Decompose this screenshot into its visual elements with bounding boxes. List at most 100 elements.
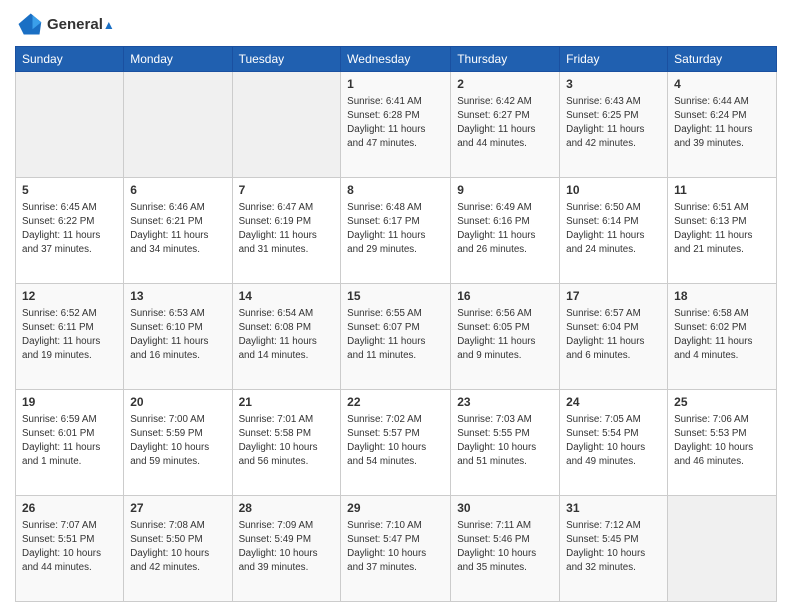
calendar-cell: 5 Sunrise: 6:45 AM Sunset: 6:22 PM Daylig…	[16, 178, 124, 284]
calendar-cell	[668, 496, 777, 602]
calendar-cell: 15Sunrise: 6:55 AM Sunset: 6:07 PM Dayli…	[341, 284, 451, 390]
day-number: 23	[457, 394, 553, 411]
day-number: 18	[674, 288, 770, 305]
day-number: 15	[347, 288, 444, 305]
calendar-cell: 9 Sunrise: 6:49 AM Sunset: 6:16 PM Daylig…	[451, 178, 560, 284]
day-number: 5	[22, 182, 117, 199]
weekday-header-friday: Friday	[560, 47, 668, 72]
day-number: 21	[239, 394, 335, 411]
day-number: 1	[347, 76, 444, 93]
day-number: 13	[130, 288, 225, 305]
calendar-cell: 2 Sunrise: 6:42 AM Sunset: 6:27 PM Daylig…	[451, 72, 560, 178]
day-number: 16	[457, 288, 553, 305]
calendar-cell: 31Sunrise: 7:12 AM Sunset: 5:45 PM Dayli…	[560, 496, 668, 602]
day-info: Sunrise: 6:52 AM Sunset: 6:11 PM Dayligh…	[22, 307, 117, 364]
day-number: 9	[457, 182, 553, 199]
calendar-cell: 17 Sunrise: 6:57 AM Sunset: 6:04 PM Dayli…	[560, 284, 668, 390]
week-row-4: 19 Sunrise: 6:59 AM Sunset: 6:01 PM Dayli…	[16, 390, 777, 496]
calendar-cell: 7 Sunrise: 6:47 AM Sunset: 6:19 PM Daylig…	[232, 178, 341, 284]
calendar: SundayMondayTuesdayWednesdayThursdayFrid…	[15, 46, 777, 602]
calendar-cell: 19 Sunrise: 6:59 AM Sunset: 6:01 PM Dayli…	[16, 390, 124, 496]
calendar-cell: 18 Sunrise: 6:58 AM Sunset: 6:02 PM Dayli…	[668, 284, 777, 390]
day-number: 4	[674, 76, 770, 93]
day-info: Sunrise: 7:07 AM Sunset: 5:51 PM Dayligh…	[22, 519, 117, 576]
calendar-cell: 30 Sunrise: 7:11 AM Sunset: 5:46 PM Dayli…	[451, 496, 560, 602]
week-row-1: 1Sunrise: 6:41 AM Sunset: 6:28 PM Daylig…	[16, 72, 777, 178]
calendar-cell: 22Sunrise: 7:02 AM Sunset: 5:57 PM Dayli…	[341, 390, 451, 496]
calendar-cell	[124, 72, 232, 178]
day-info: Sunrise: 7:11 AM Sunset: 5:46 PM Dayligh…	[457, 519, 553, 576]
calendar-cell: 21 Sunrise: 7:01 AM Sunset: 5:58 PM Dayli…	[232, 390, 341, 496]
day-info: Sunrise: 6:42 AM Sunset: 6:27 PM Dayligh…	[457, 95, 553, 152]
weekday-header-saturday: Saturday	[668, 47, 777, 72]
calendar-cell: 28 Sunrise: 7:09 AM Sunset: 5:49 PM Dayli…	[232, 496, 341, 602]
calendar-cell: 20Sunrise: 7:00 AM Sunset: 5:59 PM Dayli…	[124, 390, 232, 496]
header: General▲	[15, 10, 777, 38]
day-number: 2	[457, 76, 553, 93]
day-info: Sunrise: 6:49 AM Sunset: 6:16 PM Dayligh…	[457, 201, 553, 258]
calendar-cell: 3 Sunrise: 6:43 AM Sunset: 6:25 PM Daylig…	[560, 72, 668, 178]
day-number: 7	[239, 182, 335, 199]
calendar-cell: 14 Sunrise: 6:54 AM Sunset: 6:08 PM Dayli…	[232, 284, 341, 390]
weekday-header-sunday: Sunday	[16, 47, 124, 72]
calendar-cell: 8Sunrise: 6:48 AM Sunset: 6:17 PM Daylig…	[341, 178, 451, 284]
day-number: 14	[239, 288, 335, 305]
day-info: Sunrise: 7:06 AM Sunset: 5:53 PM Dayligh…	[674, 413, 770, 470]
day-number: 20	[130, 394, 225, 411]
day-info: Sunrise: 6:59 AM Sunset: 6:01 PM Dayligh…	[22, 413, 117, 470]
day-number: 3	[566, 76, 661, 93]
day-number: 19	[22, 394, 117, 411]
week-row-3: 12 Sunrise: 6:52 AM Sunset: 6:11 PM Dayli…	[16, 284, 777, 390]
day-info: Sunrise: 6:57 AM Sunset: 6:04 PM Dayligh…	[566, 307, 661, 364]
day-info: Sunrise: 7:05 AM Sunset: 5:54 PM Dayligh…	[566, 413, 661, 470]
calendar-cell: 16 Sunrise: 6:56 AM Sunset: 6:05 PM Dayli…	[451, 284, 560, 390]
day-number: 28	[239, 500, 335, 517]
day-info: Sunrise: 6:43 AM Sunset: 6:25 PM Dayligh…	[566, 95, 661, 152]
calendar-cell: 23 Sunrise: 7:03 AM Sunset: 5:55 PM Dayli…	[451, 390, 560, 496]
week-row-2: 5 Sunrise: 6:45 AM Sunset: 6:22 PM Daylig…	[16, 178, 777, 284]
day-info: Sunrise: 7:01 AM Sunset: 5:58 PM Dayligh…	[239, 413, 335, 470]
calendar-cell: 10 Sunrise: 6:50 AM Sunset: 6:14 PM Dayli…	[560, 178, 668, 284]
day-number: 12	[22, 288, 117, 305]
calendar-cell: 13Sunrise: 6:53 AM Sunset: 6:10 PM Dayli…	[124, 284, 232, 390]
logo-text: General▲	[47, 16, 115, 33]
day-info: Sunrise: 6:46 AM Sunset: 6:21 PM Dayligh…	[130, 201, 225, 258]
calendar-cell	[232, 72, 341, 178]
day-info: Sunrise: 6:50 AM Sunset: 6:14 PM Dayligh…	[566, 201, 661, 258]
day-number: 27	[130, 500, 225, 517]
weekday-header-wednesday: Wednesday	[341, 47, 451, 72]
day-info: Sunrise: 6:45 AM Sunset: 6:22 PM Dayligh…	[22, 201, 117, 258]
day-number: 10	[566, 182, 661, 199]
day-info: Sunrise: 6:47 AM Sunset: 6:19 PM Dayligh…	[239, 201, 335, 258]
day-info: Sunrise: 7:09 AM Sunset: 5:49 PM Dayligh…	[239, 519, 335, 576]
week-row-5: 26 Sunrise: 7:07 AM Sunset: 5:51 PM Dayli…	[16, 496, 777, 602]
day-info: Sunrise: 6:56 AM Sunset: 6:05 PM Dayligh…	[457, 307, 553, 364]
day-number: 8	[347, 182, 444, 199]
day-info: Sunrise: 6:51 AM Sunset: 6:13 PM Dayligh…	[674, 201, 770, 258]
calendar-cell	[16, 72, 124, 178]
day-info: Sunrise: 7:03 AM Sunset: 5:55 PM Dayligh…	[457, 413, 553, 470]
calendar-cell: 29 Sunrise: 7:10 AM Sunset: 5:47 PM Dayli…	[341, 496, 451, 602]
logo-icon	[15, 10, 43, 38]
calendar-cell: 1Sunrise: 6:41 AM Sunset: 6:28 PM Daylig…	[341, 72, 451, 178]
day-number: 26	[22, 500, 117, 517]
calendar-cell: 6 Sunrise: 6:46 AM Sunset: 6:21 PM Daylig…	[124, 178, 232, 284]
day-number: 11	[674, 182, 770, 199]
day-info: Sunrise: 6:58 AM Sunset: 6:02 PM Dayligh…	[674, 307, 770, 364]
calendar-cell: 26 Sunrise: 7:07 AM Sunset: 5:51 PM Dayli…	[16, 496, 124, 602]
day-info: Sunrise: 7:08 AM Sunset: 5:50 PM Dayligh…	[130, 519, 225, 576]
weekday-header-thursday: Thursday	[451, 47, 560, 72]
day-number: 22	[347, 394, 444, 411]
day-number: 6	[130, 182, 225, 199]
calendar-cell: 12 Sunrise: 6:52 AM Sunset: 6:11 PM Dayli…	[16, 284, 124, 390]
page: General▲ SundayMondayTuesdayWednesdayThu…	[0, 0, 792, 612]
day-number: 25	[674, 394, 770, 411]
day-info: Sunrise: 7:10 AM Sunset: 5:47 PM Dayligh…	[347, 519, 444, 576]
day-info: Sunrise: 6:44 AM Sunset: 6:24 PM Dayligh…	[674, 95, 770, 152]
calendar-cell: 25 Sunrise: 7:06 AM Sunset: 5:53 PM Dayli…	[668, 390, 777, 496]
day-info: Sunrise: 7:12 AM Sunset: 5:45 PM Dayligh…	[566, 519, 661, 576]
day-info: Sunrise: 6:54 AM Sunset: 6:08 PM Dayligh…	[239, 307, 335, 364]
day-number: 17	[566, 288, 661, 305]
day-number: 29	[347, 500, 444, 517]
day-number: 30	[457, 500, 553, 517]
